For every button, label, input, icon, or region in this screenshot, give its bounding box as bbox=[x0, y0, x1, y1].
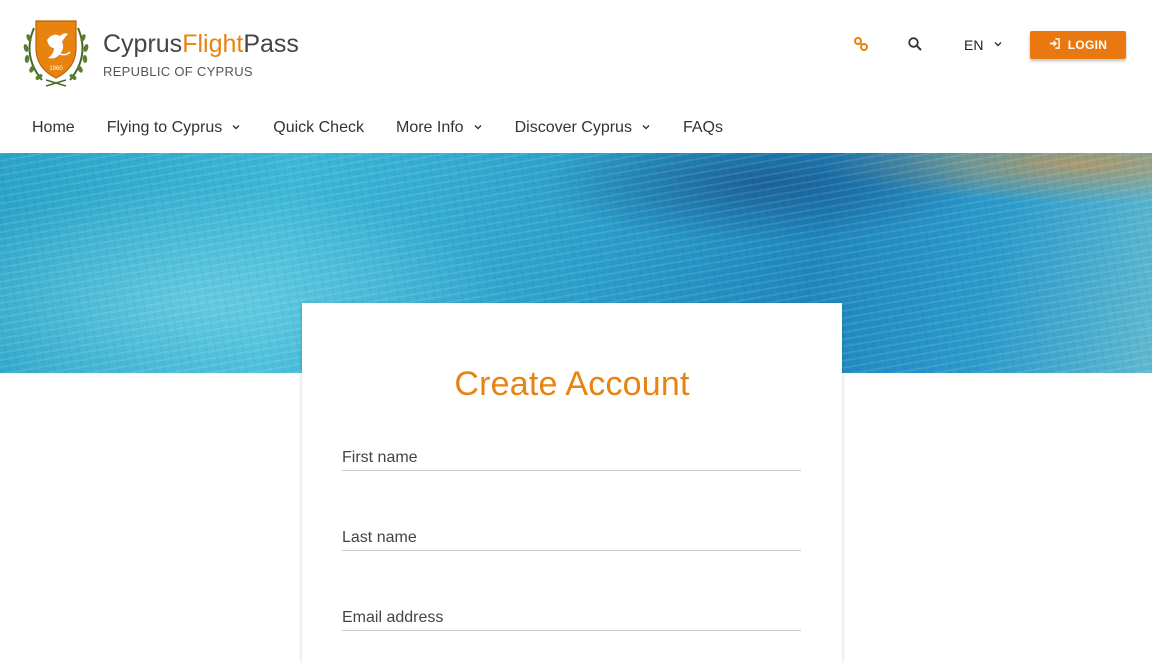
first-name-field bbox=[342, 441, 801, 471]
nav-item-label: More Info bbox=[395, 119, 464, 136]
nav-item-label: Home bbox=[32, 119, 75, 136]
page-title: Create Account bbox=[454, 365, 690, 403]
first-name-input[interactable] bbox=[342, 441, 801, 470]
nav-item-label: FAQs bbox=[682, 119, 723, 136]
brand-part-cyprus: Cyprus bbox=[103, 30, 183, 58]
brand-part-pass: Pass bbox=[243, 30, 299, 58]
search-icon[interactable] bbox=[904, 33, 926, 55]
emblem-year: 1960 bbox=[49, 66, 63, 72]
nav-item-label: Quick Check bbox=[273, 119, 364, 136]
login-label: LOGIN bbox=[1067, 38, 1108, 52]
last-name-field bbox=[342, 521, 801, 551]
create-account-card: Create Account bbox=[302, 303, 842, 663]
email-input[interactable] bbox=[342, 601, 801, 630]
link-icon[interactable] bbox=[850, 33, 872, 55]
nav-item-discover-cyprus[interactable]: Discover Cyprus bbox=[499, 119, 667, 137]
brand-subtitle: REPUBLIC OF CYPRUS bbox=[103, 64, 253, 79]
chevron-down-icon bbox=[231, 119, 241, 137]
nav-item-faqs[interactable]: FAQs bbox=[667, 119, 739, 137]
email-field bbox=[342, 601, 801, 631]
chevron-down-icon bbox=[993, 36, 1003, 54]
login-button[interactable]: LOGIN bbox=[1030, 31, 1126, 59]
language-label: EN bbox=[964, 37, 984, 53]
language-selector[interactable]: EN bbox=[964, 36, 1003, 54]
brand-name[interactable]: CyprusFlightPass bbox=[103, 29, 299, 59]
nav-item-home[interactable]: Home bbox=[0, 119, 91, 137]
main-navigation: Home Flying to Cyprus Quick Check More I… bbox=[0, 108, 1152, 148]
nav-item-flying-to-cyprus[interactable]: Flying to Cyprus bbox=[91, 119, 258, 137]
cyprus-coat-of-arms-icon[interactable]: 1960 bbox=[20, 18, 92, 92]
last-name-input[interactable] bbox=[342, 521, 801, 550]
nav-item-more-info[interactable]: More Info bbox=[380, 119, 499, 137]
nav-item-label: Discover Cyprus bbox=[514, 119, 632, 136]
nav-item-label: Flying to Cyprus bbox=[106, 119, 223, 136]
nav-item-quick-check[interactable]: Quick Check bbox=[257, 119, 380, 137]
chevron-down-icon bbox=[641, 119, 651, 137]
chevron-down-icon bbox=[473, 119, 483, 137]
site-header: 1960 CyprusFlightPass REPUBLIC OF CYPRUS… bbox=[0, 0, 1152, 153]
brand-part-flight: Flight bbox=[182, 30, 244, 58]
sign-in-icon bbox=[1049, 36, 1060, 54]
